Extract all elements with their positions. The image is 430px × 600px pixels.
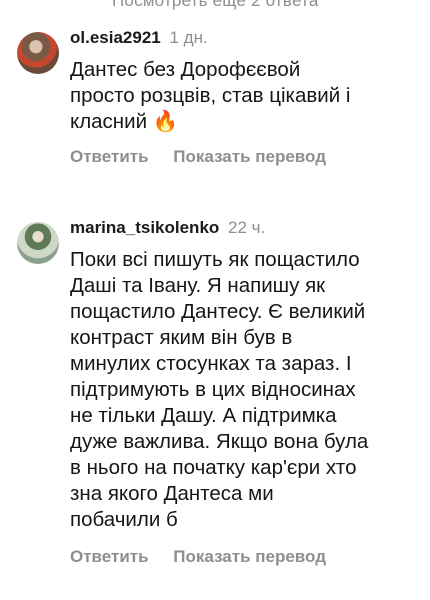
- comment-line: підтримують в цих відносинах: [70, 378, 356, 401]
- comment-line: класний 🔥: [70, 109, 420, 135]
- reply-button[interactable]: Ответить: [70, 147, 149, 166]
- comment-body: marina_tsikolenko 22 ч. Поки всі пишуть …: [70, 218, 420, 567]
- timestamp: 1 дн.: [169, 28, 208, 47]
- comment-meta: marina_tsikolenko 22 ч.: [70, 218, 420, 238]
- comment-line: контраст яким він був в: [70, 326, 293, 349]
- comment-line: Поки всі пишуть як пощастило: [70, 248, 360, 271]
- avatar[interactable]: [17, 32, 59, 74]
- comment-text: Поки всі пишуть як пощастило Даші та Іва…: [70, 247, 420, 533]
- comment-actions: Ответить Показать перевод: [70, 547, 420, 567]
- username[interactable]: marina_tsikolenko: [70, 218, 219, 237]
- comment-line: пощастило Дантесу. Є великий: [70, 300, 366, 323]
- comment-line: дуже важлива. Якщо вона була: [70, 430, 369, 453]
- comment-line: не тільки Дашу. А підтримка: [70, 404, 337, 427]
- timestamp: 22 ч.: [228, 218, 266, 237]
- username[interactable]: ol.esia2921: [70, 28, 161, 47]
- avatar[interactable]: [17, 222, 59, 264]
- fire-emoji: 🔥: [152, 110, 179, 133]
- translate-button[interactable]: Показать перевод: [173, 147, 326, 166]
- comment-meta: ol.esia2921 1 дн.: [70, 28, 420, 48]
- comment-line: минулих стосунках та зараз. І: [70, 352, 352, 375]
- comment-actions: Ответить Показать перевод: [70, 147, 420, 167]
- comment-line: Дантес без Дорофєєвой: [70, 58, 301, 81]
- comment-line: Даші та Івану. Я напишу як: [70, 274, 326, 297]
- translate-button[interactable]: Показать перевод: [173, 547, 326, 566]
- comment-text: Дантес без Дорофєєвой просто розцвів, ст…: [70, 57, 420, 135]
- comment-line-text: класний: [70, 110, 148, 133]
- comment-line: просто розцвів, став цікавий і: [70, 84, 351, 107]
- reply-button[interactable]: Ответить: [70, 547, 149, 566]
- view-more-replies-link[interactable]: Посмотреть ещё 2 ответа: [112, 0, 318, 11]
- comment-line: зна якого Дантеса ми: [70, 482, 274, 505]
- comment-line: побачили б: [70, 508, 178, 531]
- comment-body: ol.esia2921 1 дн. Дантес без Дорофєєвой …: [70, 28, 420, 167]
- comment-line: в нього на початку кар'єри хто: [70, 456, 357, 479]
